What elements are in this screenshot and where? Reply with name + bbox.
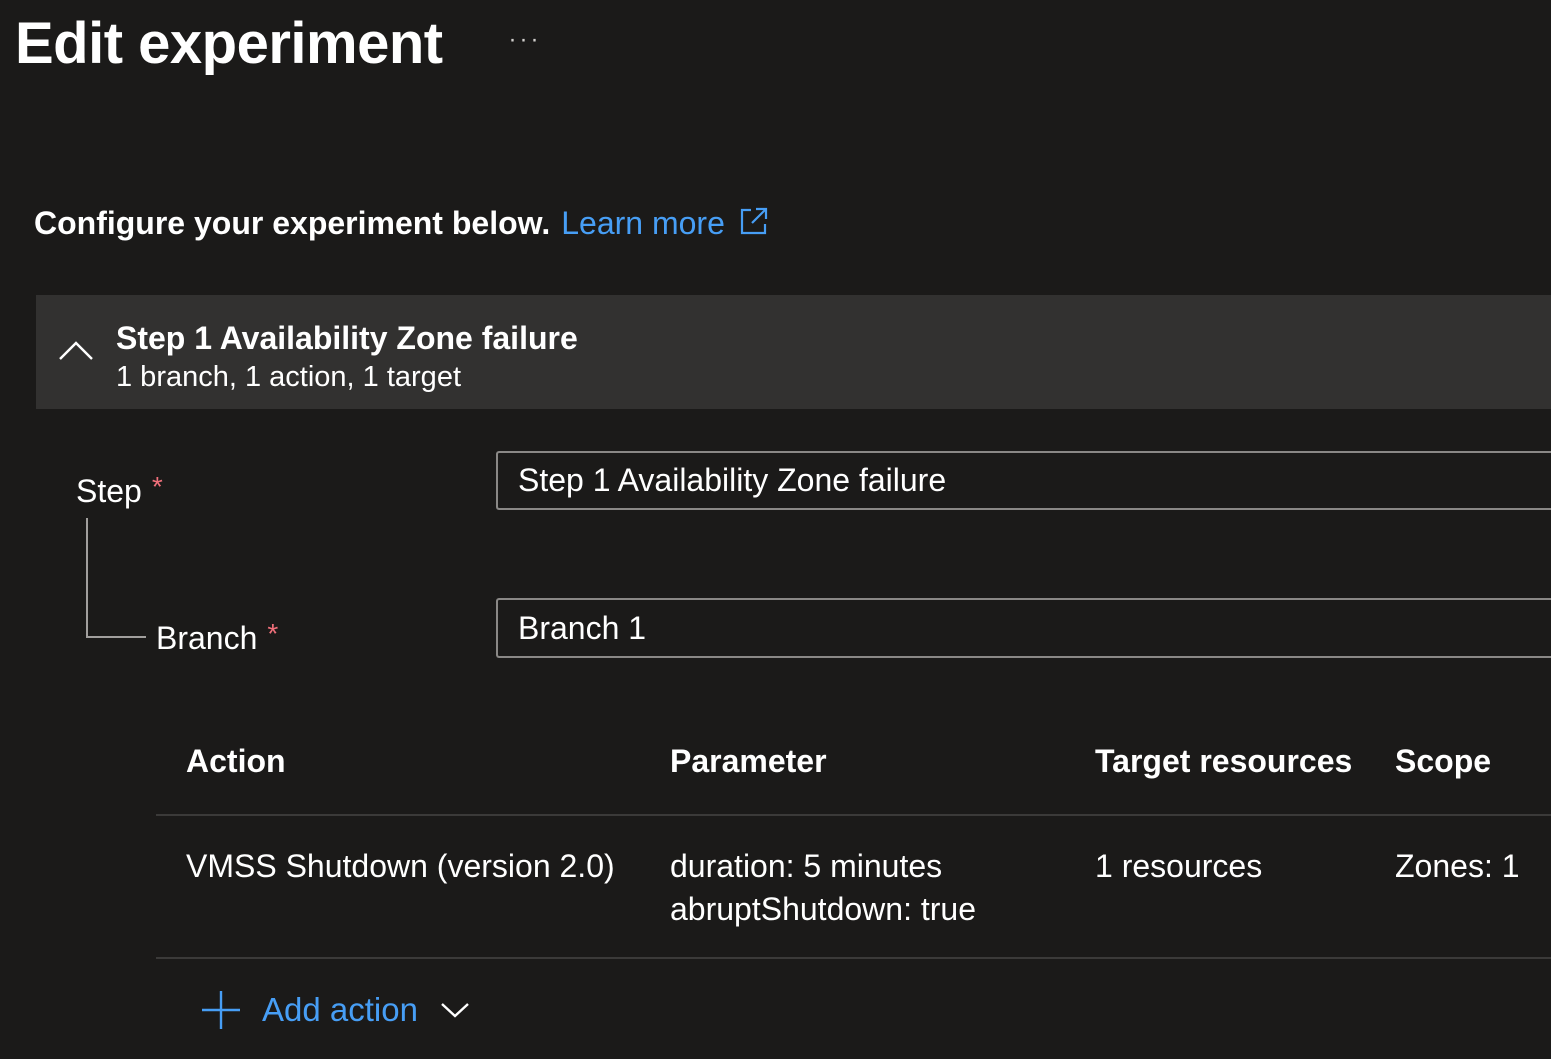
table-divider	[156, 814, 1551, 816]
column-header-target-resources: Target resources	[1095, 743, 1353, 779]
action-cell[interactable]: VMSS Shutdown (version 2.0)	[186, 845, 615, 888]
step-field-label: Step *	[76, 465, 163, 513]
parameter-duration: duration: 5 minutes	[670, 848, 943, 884]
parameter-cell: duration: 5 minutes abruptShutdown: true	[670, 845, 976, 931]
chevron-up-icon[interactable]	[58, 339, 94, 361]
column-header-action: Action	[186, 743, 286, 779]
external-link-icon	[740, 207, 767, 235]
table-divider	[156, 957, 1551, 959]
column-header-parameter: Parameter	[670, 743, 827, 779]
scope-cell: Zones: 1	[1395, 848, 1520, 884]
tree-connector-horizontal	[86, 636, 146, 638]
required-marker: *	[151, 471, 163, 502]
learn-more-link[interactable]: Learn more	[561, 200, 769, 246]
add-action-button[interactable]: Add action	[200, 985, 470, 1035]
intro-line: Configure your experiment below. Learn m…	[34, 200, 769, 246]
required-marker: *	[267, 618, 279, 649]
step-header-summary: 1 branch, 1 action, 1 target	[116, 361, 461, 393]
add-icon	[202, 991, 240, 1029]
add-action-label: Add action	[262, 991, 418, 1028]
tree-connector-vertical	[86, 518, 88, 638]
target-resources-cell[interactable]: 1 resources	[1095, 845, 1262, 888]
branch-field-label: Branch *	[156, 612, 278, 660]
branch-label-text: Branch	[156, 620, 258, 656]
step-header[interactable]: Step 1 Availability Zone failure 1 branc…	[36, 295, 1551, 409]
branch-name-input[interactable]	[496, 598, 1551, 658]
intro-text: Configure your experiment below.	[34, 205, 551, 241]
step-name-input[interactable]	[496, 451, 1551, 510]
more-icon: ···	[508, 26, 542, 53]
more-options-button[interactable]: ···	[500, 20, 550, 60]
step-header-title: Step 1 Availability Zone failure	[116, 320, 578, 356]
learn-more-label: Learn more	[561, 205, 725, 241]
step-label-text: Step	[76, 473, 142, 509]
column-header-scope: Scope	[1395, 743, 1492, 779]
parameter-abrupt-shutdown: abruptShutdown: true	[670, 891, 976, 927]
chevron-down-icon	[441, 1003, 469, 1018]
page-title: Edit experiment	[15, 11, 443, 76]
